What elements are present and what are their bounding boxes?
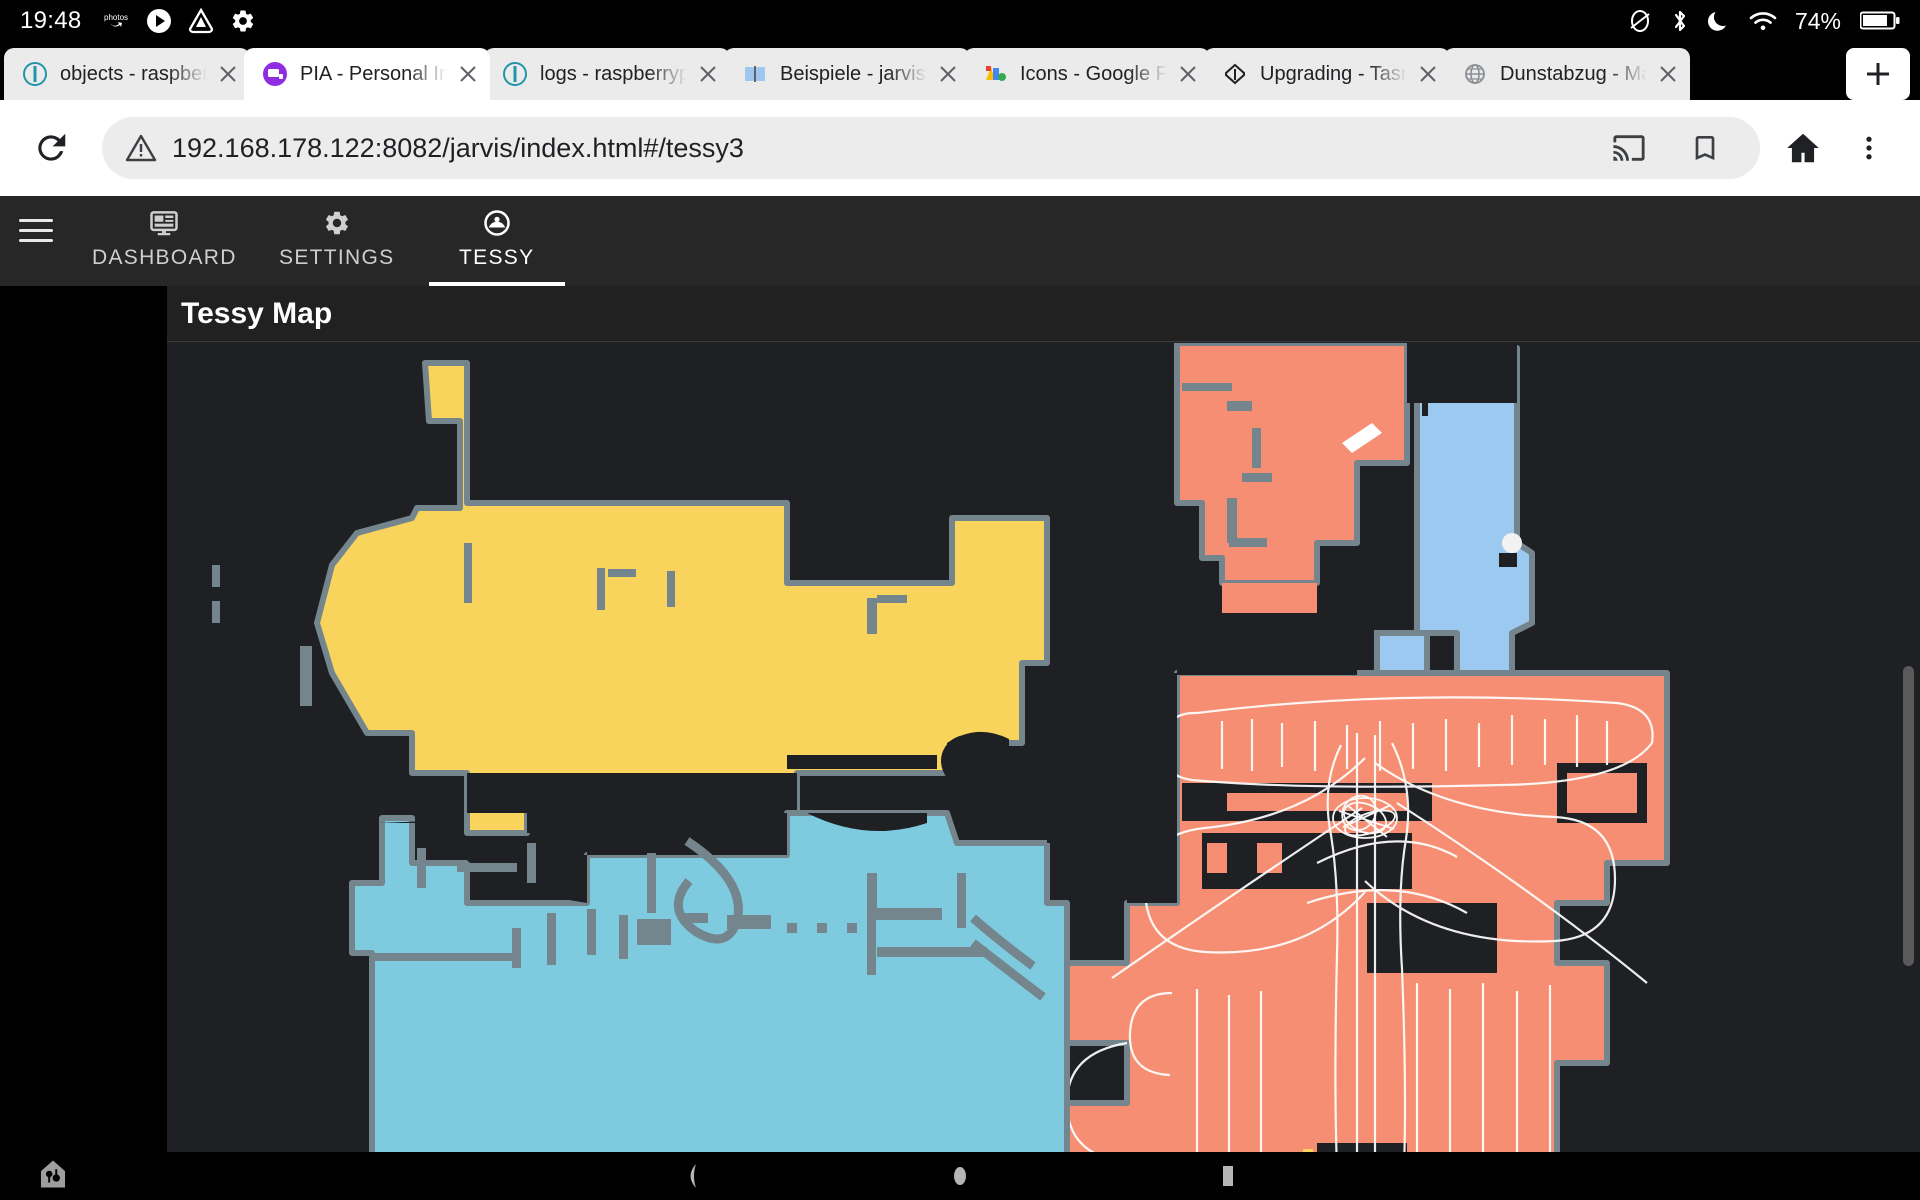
status-bar-notification-icons: photos [104, 8, 256, 34]
book-icon [742, 61, 768, 87]
close-icon[interactable] [1654, 60, 1682, 88]
web-page: DASHBOARD SETTINGS TESSY Tessy Map [0, 196, 1920, 1152]
svg-text:photos: photos [104, 13, 128, 22]
android-status-bar: 19:48 photos 74% [0, 0, 1920, 42]
close-icon[interactable] [1174, 60, 1202, 88]
gear-icon [230, 8, 256, 34]
tab-tessy[interactable]: TESSY [417, 196, 577, 286]
battery-icon [1860, 10, 1900, 32]
pia-vpn-icon [262, 61, 288, 87]
back-icon[interactable] [668, 1152, 716, 1200]
hamburger-menu-icon[interactable] [0, 196, 72, 286]
close-icon[interactable] [454, 60, 482, 88]
home-icon[interactable] [1770, 115, 1836, 181]
status-bar-system-icons: 74% [1627, 8, 1900, 35]
tab-list: objects - raspber PIA - Personal In logs… [0, 48, 1840, 100]
tab-dashboard[interactable]: DASHBOARD [72, 196, 257, 286]
drive-icon [188, 8, 214, 34]
browser-tab-active[interactable]: PIA - Personal In [244, 48, 490, 100]
tab-title: Icons - Google Fo [1020, 62, 1170, 85]
bookmark-icon[interactable] [1672, 115, 1738, 181]
browser-tab-strip: objects - raspber PIA - Personal In logs… [0, 42, 1920, 100]
bluetooth-icon [1670, 8, 1690, 34]
android-nav-bar [0, 1152, 1920, 1200]
tab-title: Dunstabzug - Ma [1500, 62, 1650, 85]
tab-label: SETTINGS [279, 246, 395, 269]
globe-icon [1462, 61, 1488, 87]
reload-icon[interactable] [18, 115, 84, 181]
browser-tab[interactable]: Upgrading - Tasm [1204, 48, 1450, 100]
tessy-map-card: Tessy Map [167, 286, 1920, 1152]
plus-icon [1867, 63, 1889, 85]
do-not-disturb-moon-icon [1707, 8, 1731, 34]
browser-tab[interactable]: logs - raspberryp [484, 48, 730, 100]
tab-title: logs - raspberryp [540, 62, 690, 85]
page-scrollbar[interactable] [1903, 666, 1914, 966]
screen: 19:48 photos 74% objects - raspber PIA -… [0, 0, 1920, 1200]
cast-icon[interactable] [1596, 115, 1662, 181]
status-bar-clock: 19:48 [20, 7, 82, 34]
close-icon[interactable] [694, 60, 722, 88]
not-secure-warning-icon [124, 131, 158, 165]
new-tab-button[interactable] [1846, 48, 1910, 100]
photos-icon: photos [104, 11, 130, 31]
home-assistant-icon[interactable] [36, 1157, 70, 1196]
home-assistant-icon [502, 61, 528, 87]
url-text: 192.168.178.122:8082/jarvis/index.html#/… [172, 132, 744, 163]
browser-tab[interactable]: Beispiele - jarvis- [724, 48, 970, 100]
browser-toolbar: 192.168.178.122:8082/jarvis/index.html#/… [0, 100, 1920, 196]
tab-settings[interactable]: SETTINGS [257, 196, 417, 286]
dashboard-monitor-icon [149, 206, 179, 240]
tab-label: TESSY [459, 246, 535, 269]
tessy-map-canvas[interactable] [167, 343, 1920, 1152]
tab-title: PIA - Personal In [300, 62, 450, 85]
close-icon[interactable] [214, 60, 242, 88]
battery-percent-label: 74% [1794, 7, 1841, 34]
browser-tab[interactable]: Dunstabzug - Ma [1444, 48, 1690, 100]
mute-icon [1627, 8, 1653, 34]
address-bar[interactable]: 192.168.178.122:8082/jarvis/index.html#/… [102, 117, 1760, 179]
tab-title: Beispiele - jarvis- [780, 62, 930, 85]
omnibox-actions [1596, 115, 1738, 181]
tab-label: DASHBOARD [92, 246, 237, 269]
nav-buttons [0, 1152, 1920, 1200]
tab-title: Upgrading - Tasm [1260, 62, 1410, 85]
overflow-menu-icon[interactable] [1836, 115, 1902, 181]
close-icon[interactable] [934, 60, 962, 88]
home-assistant-icon [22, 61, 48, 87]
browser-tab[interactable]: objects - raspber [4, 48, 250, 100]
recents-icon[interactable] [1204, 1152, 1252, 1200]
home-icon[interactable] [936, 1152, 984, 1200]
browser-tab[interactable]: Icons - Google Fo [964, 48, 1210, 100]
tasmota-icon [1222, 61, 1248, 87]
app-tabs: DASHBOARD SETTINGS TESSY [72, 196, 577, 286]
close-icon[interactable] [1414, 60, 1442, 88]
wifi-icon [1748, 8, 1778, 34]
app-navigation-bar: DASHBOARD SETTINGS TESSY [0, 196, 1920, 286]
google-fonts-icon [982, 61, 1008, 87]
tab-title: objects - raspber [60, 62, 209, 85]
robot-vacuum-icon [482, 206, 512, 240]
card-title: Tessy Map [167, 286, 1920, 342]
gear-icon [323, 206, 351, 240]
play-button-icon [146, 8, 172, 34]
vacuum-map-svg[interactable] [167, 343, 1920, 1152]
